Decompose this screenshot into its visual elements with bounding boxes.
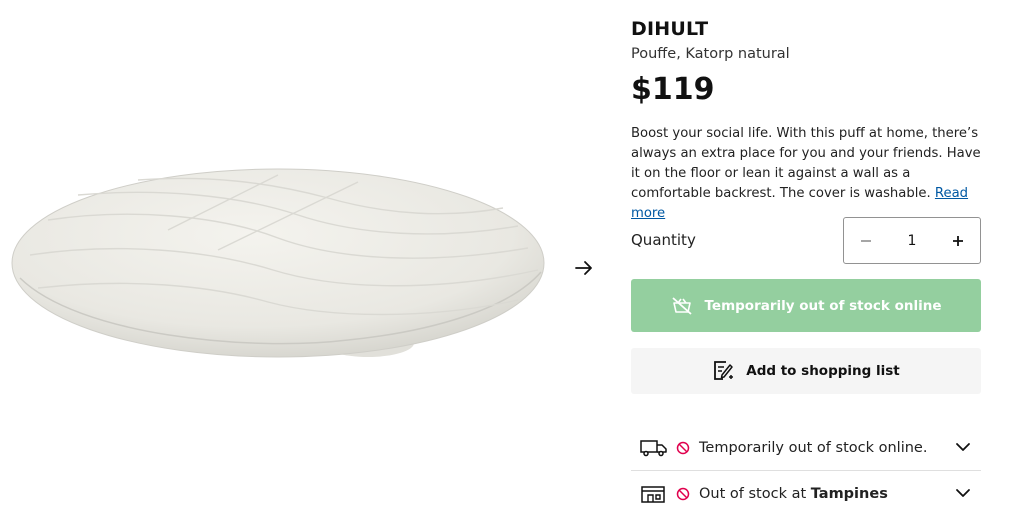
chevron-down-icon (956, 489, 970, 497)
store-name: Tampines (810, 486, 888, 502)
plus-icon (952, 235, 963, 246)
arrow-right-icon (575, 261, 592, 275)
product-name: DIHULT (631, 18, 709, 40)
quantity-stepper: 1 (843, 217, 981, 264)
quantity-label: Quantity (631, 231, 696, 249)
product-description: Boost your social life. With this puff a… (631, 124, 981, 224)
delivery-status-text: Temporarily out of stock online. (699, 440, 928, 456)
increase-quantity-button[interactable] (936, 218, 980, 263)
store-status-prefix: Out of stock at (699, 486, 811, 502)
quantity-value[interactable]: 1 (908, 233, 917, 249)
chevron-down-icon (956, 443, 970, 451)
next-image-button[interactable] (572, 256, 596, 280)
add-to-shopping-list-button[interactable]: Add to shopping list (631, 348, 981, 394)
cart-unavailable-icon (671, 296, 692, 315)
decrease-quantity-button[interactable] (844, 218, 888, 263)
out-of-stock-button[interactable]: Temporarily out of stock online (631, 279, 981, 332)
out-of-stock-label: Temporarily out of stock online (704, 297, 942, 314)
product-image-area (0, 0, 600, 531)
unavailable-icon (676, 487, 692, 501)
store-availability-row[interactable]: Out of stock at Tampines (631, 471, 981, 517)
truck-icon (640, 439, 668, 457)
description-text: Boost your social life. With this puff a… (631, 126, 981, 201)
delivery-availability-row[interactable]: Temporarily out of stock online. (631, 425, 981, 471)
unavailable-icon (676, 441, 692, 455)
minus-icon (861, 239, 871, 242)
shopping-list-label: Add to shopping list (746, 363, 900, 379)
store-icon (640, 485, 668, 503)
product-price: $119 (631, 72, 715, 107)
store-status-text: Out of stock at Tampines (699, 486, 888, 502)
product-subtitle: Pouffe, Katorp natural (631, 46, 790, 62)
list-add-icon (714, 361, 734, 380)
pouffe-image (11, 168, 545, 358)
